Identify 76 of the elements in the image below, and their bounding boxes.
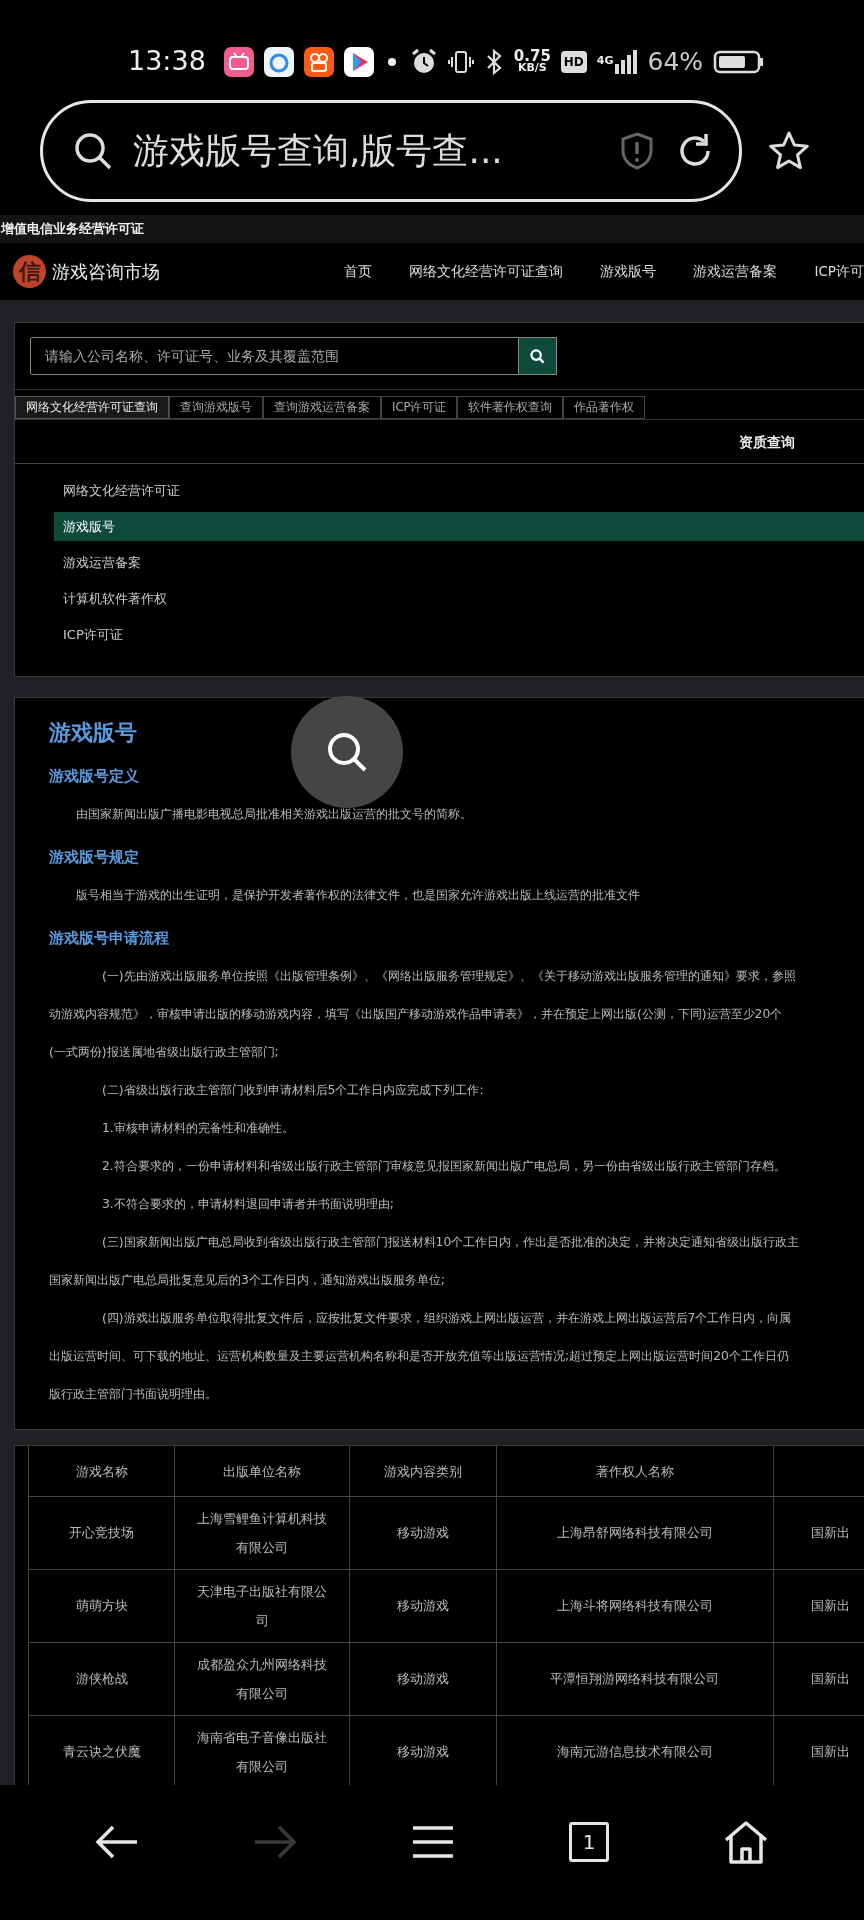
paragraph-line: 国家新闻出版广电总局批复意见后的3个工作日内，通知游戏出版服务单位; xyxy=(49,1272,446,1290)
address-bar[interactable]: 游戏版号查询,版号查... xyxy=(40,100,742,202)
paragraph-line: 出版运营时间、可下载的地址、运营机构数量及主要运营机构名称和是否开放充值等出版运营情况;超过预定上网出版运营时间20个工作日仍 xyxy=(49,1348,790,1366)
table-cell: 上海雪鲤鱼计算机科技有限公司 xyxy=(174,1496,350,1570)
site-name[interactable]: 游戏咨询市场 xyxy=(52,258,160,285)
battery-icon xyxy=(713,48,766,75)
search-icon xyxy=(73,131,113,171)
table-cell: 上海昂舒网络科技有限公司 xyxy=(496,1496,774,1570)
table-cell: 移动游戏 xyxy=(349,1642,497,1716)
section-heading: 游戏版号申请流程 xyxy=(49,929,169,949)
column-header: 游戏名称 xyxy=(28,1446,175,1497)
paragraph-line: (一)先由游戏出版服务单位按照《出版管理条例》、《网络出版服务管理规定》、《关于移动游戏出版服务管理的通知》要求，参照 xyxy=(101,968,797,986)
dot-icon xyxy=(387,57,396,66)
panel-title: 资质查询 xyxy=(739,432,795,452)
nav-link[interactable]: 首页 xyxy=(344,261,373,282)
column-header: 游戏内容类别 xyxy=(349,1446,497,1497)
alarm-icon xyxy=(409,47,438,76)
nav-link[interactable]: 网络文化经营许可证查询 xyxy=(409,261,564,282)
network-type: 4G xyxy=(596,53,614,70)
section-heading: 游戏版号规定 xyxy=(49,848,139,868)
tv-app-icon xyxy=(223,46,254,77)
tab[interactable]: 网络文化经营许可证查询 xyxy=(15,396,169,420)
search-icon xyxy=(530,348,545,364)
tab[interactable]: 查询游戏版号 xyxy=(169,396,263,420)
column-header: 著作权人名称 xyxy=(496,1446,774,1497)
nav-link[interactable]: 游戏版号 xyxy=(600,261,657,282)
category-item[interactable]: 网络文化经营许可证 xyxy=(54,476,864,506)
hd-badge: HD xyxy=(560,50,587,73)
back-arrow-icon[interactable] xyxy=(95,1823,139,1860)
tab[interactable]: 软件著作权查询 xyxy=(457,396,564,420)
paragraph-line: (一式两份)报送属地省级出版行政主管部门; xyxy=(49,1044,280,1062)
paragraph-line: 2.符合要求的，一份申请材料和省级出版行政主管部门审核意见报国家新闻出版广电总局，另一份由省级出版行政主管部门存档。 xyxy=(101,1158,787,1176)
address-text: 游戏版号查询,版号查... xyxy=(133,129,504,173)
table-cell: 移动游戏 xyxy=(349,1496,497,1570)
signal-icon xyxy=(613,49,638,74)
column-header: 出版单位名称 xyxy=(174,1446,350,1497)
table-cell: 成都盈众九州网络科技有限公司 xyxy=(174,1642,350,1716)
nav-link[interactable]: ICP许可 xyxy=(814,261,864,282)
paragraph-line: 版号相当于游戏的出生证明，是保护开发者著作权的法律文件，也是国家允许游戏出版上线运营的批准文件 xyxy=(75,887,641,905)
play-app-icon xyxy=(343,46,374,77)
paragraph-line: (三)国家新闻出版广电总局收到省级出版行政主管部门报送材料10个工作日内，作出是否批准的决定，并将决定通知省级出版行政主 xyxy=(101,1234,801,1252)
paragraph-line: 由国家新闻出版广播电影电视总局批准相关游戏出版运营的批文号的简称。 xyxy=(75,806,473,824)
clock-time: 13:38 xyxy=(128,44,206,79)
category-item[interactable]: 游戏版号 xyxy=(54,512,864,542)
star-icon[interactable] xyxy=(768,130,810,172)
paragraph-line: (二)省级出版行政主管部门收到申请材料后5个工作日内应完成下列工作: xyxy=(101,1082,485,1100)
shield-icon[interactable] xyxy=(619,131,655,171)
paragraph-line: (四)游戏出版服务单位取得批复文件后，应按批复文件要求，组织游戏上网出版运营，并在游戏上网出版运营后7个工作日内，向属 xyxy=(101,1310,793,1328)
tab[interactable]: ICP许可证 xyxy=(381,396,458,420)
table-cell: 天津电子出版社有限公司 xyxy=(174,1569,350,1643)
table-cell: 上海斗将网络科技有限公司 xyxy=(496,1569,774,1643)
section-heading: 游戏版号定义 xyxy=(49,767,139,787)
table-cell: 开心竞技场 xyxy=(28,1496,175,1570)
search-button[interactable] xyxy=(519,337,557,375)
table-cell: 平潭恒翔游网络科技有限公司 xyxy=(496,1642,774,1716)
license-banner: 增值电信业务经营许可证 xyxy=(0,215,864,243)
category-item[interactable]: ICP许可证 xyxy=(54,620,864,650)
search-field[interactable]: 请输入公司名称、许可证号、业务及其覆盖范围 xyxy=(30,337,519,375)
network-speed: 0.75 xyxy=(513,50,551,62)
table-cell: 移动游戏 xyxy=(349,1569,497,1643)
paragraph-line: 动游戏内容规范》，审核申请出版的移动游戏内容，填写《出版国产移动游戏作品申请表》，并在预定上网出版(公测，下同)运营至少20个 xyxy=(49,1006,784,1024)
tab[interactable]: 作品著作权 xyxy=(563,396,646,420)
menu-icon[interactable] xyxy=(411,1823,455,1860)
nav-link[interactable]: 游戏运营备案 xyxy=(693,261,778,282)
category-item[interactable]: 游戏运营备案 xyxy=(54,548,864,578)
paragraph-line: 1.审核申请材料的完备性和准确性。 xyxy=(101,1120,295,1138)
speed-unit: KB/S xyxy=(517,61,547,73)
paragraph-line: 版行政主管部门书面说明理由。 xyxy=(49,1386,218,1404)
home-icon[interactable] xyxy=(723,1819,769,1864)
tab[interactable]: 查询游戏运营备案 xyxy=(263,396,381,420)
battery-percent: 64% xyxy=(647,45,704,78)
table-cell: 游侠枪战 xyxy=(28,1642,175,1716)
article-title: 游戏版号 xyxy=(49,719,137,748)
table-cell: 萌萌方块 xyxy=(28,1569,175,1643)
paragraph-line: 3.不符合要求的，申请材料退回申请者并书面说明理由; xyxy=(101,1196,395,1214)
category-item[interactable]: 计算机软件著作权 xyxy=(54,584,864,614)
